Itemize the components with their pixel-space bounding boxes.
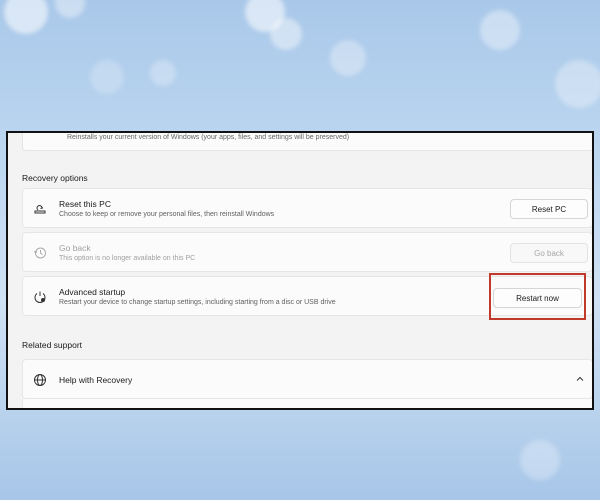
recovery-settings-window: Reinstalls your current version of Windo… (6, 131, 594, 410)
advanced-startup-title: Advanced startup (59, 287, 126, 297)
reset-pc-icon (34, 205, 46, 214)
fix-problems-description: Reinstalls your current version of Windo… (67, 134, 350, 141)
go-back-card: Go back This option is no longer availab… (22, 232, 592, 272)
background-bokeh (90, 60, 124, 94)
advanced-startup-icon (34, 291, 46, 303)
background-bokeh (330, 40, 366, 76)
help-with-recovery-card[interactable]: Help with Recovery (22, 359, 592, 399)
background-bokeh (270, 18, 302, 50)
go-back-button[interactable]: Go back (510, 243, 588, 263)
reset-pc-subtitle: Choose to keep or remove your personal f… (59, 211, 275, 218)
background-bokeh (150, 60, 176, 86)
go-back-subtitle: This option is no longer available on th… (59, 255, 196, 262)
history-icon (34, 247, 46, 259)
restart-highlight-box (489, 273, 586, 320)
reset-pc-button[interactable]: Reset PC (510, 199, 588, 219)
reset-pc-card: Reset this PC Choose to keep or remove y… (22, 188, 592, 228)
help-with-recovery-title: Help with Recovery (59, 375, 133, 385)
reset-pc-title: Reset this PC (59, 199, 111, 209)
background-bokeh (4, 0, 48, 34)
background-bokeh (555, 60, 600, 108)
go-back-title: Go back (59, 243, 91, 253)
related-support-heading: Related support (22, 340, 83, 350)
background-bokeh (520, 440, 560, 480)
fix-problems-card: Reinstalls your current version of Windo… (22, 133, 592, 151)
help-expanded-content (22, 399, 592, 408)
globe-icon (34, 374, 46, 386)
recovery-options-heading: Recovery options (22, 173, 88, 183)
advanced-startup-subtitle: Restart your device to change startup se… (59, 299, 336, 306)
background-bokeh (480, 10, 520, 50)
chevron-up-icon[interactable] (574, 373, 586, 385)
background-bokeh (55, 0, 85, 18)
